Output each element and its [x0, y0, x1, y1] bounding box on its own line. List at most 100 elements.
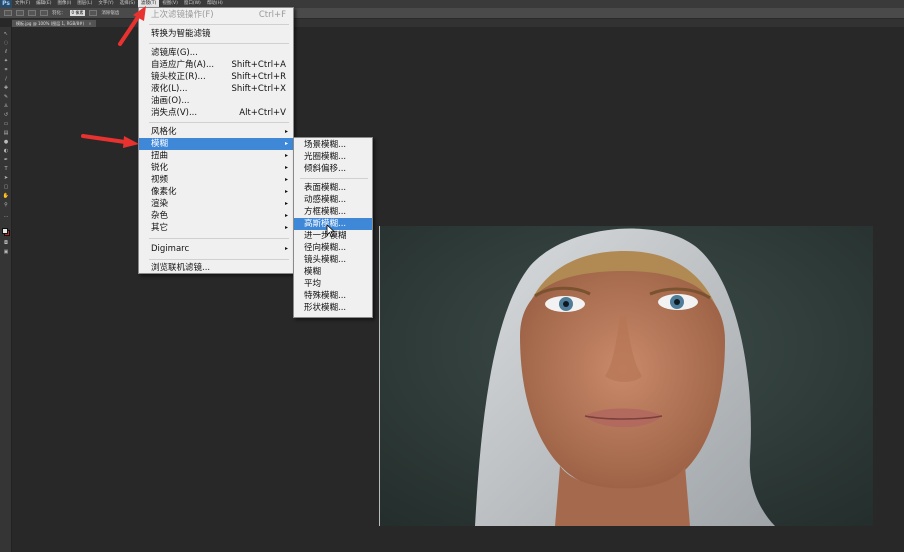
hand-tool-icon[interactable]: ✋: [2, 193, 10, 199]
menu-item-label: 光圈模糊...: [304, 152, 347, 162]
move-tool-icon[interactable]: ↖: [2, 31, 10, 37]
menu-item-blur[interactable]: 模糊 ▸: [139, 138, 293, 150]
submenu-item-surface-blur[interactable]: 表面模糊...: [294, 182, 372, 194]
submenu-arrow-icon: ▸: [284, 164, 288, 171]
menu-item-oil-paint[interactable]: 油画(O)...: [139, 95, 293, 107]
menu-select[interactable]: 选择(S): [117, 0, 138, 8]
menu-item-label: 形状模糊...: [304, 303, 347, 313]
antialias-checkbox[interactable]: [89, 10, 98, 16]
submenu-item-smart-blur[interactable]: 特殊模糊...: [294, 290, 372, 302]
feather-input[interactable]: 0 像素: [69, 10, 86, 16]
add-selection-icon[interactable]: [28, 10, 36, 16]
lasso-tool-icon[interactable]: ℓ: [2, 49, 10, 55]
menu-item-label: 镜头模糊...: [304, 255, 347, 265]
menu-file[interactable]: 文件(F): [12, 0, 33, 8]
menu-separator: [149, 238, 289, 239]
healing-brush-tool-icon[interactable]: ✚: [2, 85, 10, 91]
quick-mask-icon[interactable]: ◘: [2, 240, 10, 246]
menu-edit[interactable]: 编辑(E): [33, 0, 54, 8]
submenu-item-blur[interactable]: 模糊: [294, 266, 372, 278]
subtract-selection-icon[interactable]: [40, 10, 48, 16]
submenu-item-box-blur[interactable]: 方框模糊...: [294, 206, 372, 218]
submenu-item-iris-blur[interactable]: 光圈模糊...: [294, 151, 372, 163]
submenu-item-field-blur[interactable]: 场景模糊...: [294, 139, 372, 151]
path-selection-tool-icon[interactable]: ➤: [2, 175, 10, 181]
portrait-photo: [379, 226, 873, 526]
menu-item-distort[interactable]: 扭曲 ▸: [139, 150, 293, 162]
submenu-arrow-icon: ▸: [284, 212, 288, 219]
crop-tool-icon[interactable]: ⌗: [2, 67, 10, 73]
marquee-tool-icon[interactable]: ◌: [2, 40, 10, 46]
menu-item-label: 转换为智能滤镜: [151, 29, 211, 39]
menu-item-label: 自适应广角(A)...: [151, 60, 215, 70]
submenu-item-motion-blur[interactable]: 动感模糊...: [294, 194, 372, 206]
menu-item-adaptive-wide-angle[interactable]: 自适应广角(A)... Shift+Ctrl+A: [139, 59, 293, 71]
menu-item-label: 场景模糊...: [304, 140, 347, 150]
submenu-arrow-icon: ▸: [284, 176, 288, 183]
menu-item-lens-correction[interactable]: 镜头校正(R)... Shift+Ctrl+R: [139, 71, 293, 83]
more-tools-icon[interactable]: …: [2, 213, 10, 219]
menu-item-label: 方框模糊...: [304, 207, 347, 217]
menu-item-render[interactable]: 渲染 ▸: [139, 198, 293, 210]
menu-item-liquify[interactable]: 液化(L)... Shift+Ctrl+X: [139, 83, 293, 95]
options-bar: 羽化： 0 像素 消除锯齿: [0, 8, 904, 19]
menu-item-label: 风格化: [151, 127, 177, 137]
menu-layer[interactable]: 图层(L): [74, 0, 95, 8]
menu-item-label: 浏览联机滤镜...: [151, 263, 211, 273]
history-brush-tool-icon[interactable]: ↺: [2, 112, 10, 118]
zoom-tool-icon[interactable]: ⚲: [2, 202, 10, 208]
menu-item-digimarc[interactable]: Digimarc ▸: [139, 243, 293, 255]
menu-item-shortcut: Alt+Ctrl+V: [239, 108, 286, 118]
menu-item-vanishing-point[interactable]: 消失点(V)... Alt+Ctrl+V: [139, 107, 293, 119]
menu-item-noise[interactable]: 杂色 ▸: [139, 210, 293, 222]
submenu-item-radial-blur[interactable]: 径向模糊...: [294, 242, 372, 254]
menu-item-label: Digimarc: [151, 244, 190, 254]
menu-item-other[interactable]: 其它 ▸: [139, 222, 293, 234]
submenu-arrow-icon: ▸: [284, 245, 288, 252]
menu-image[interactable]: 图像(I): [54, 0, 74, 8]
menu-item-pixelate[interactable]: 像素化 ▸: [139, 186, 293, 198]
menu-item-video[interactable]: 视频 ▸: [139, 174, 293, 186]
menu-item-label: 径向模糊...: [304, 243, 347, 253]
pen-tool-icon[interactable]: ✒: [2, 157, 10, 163]
submenu-arrow-icon: ▸: [284, 152, 288, 159]
brush-tool-icon[interactable]: ✎: [2, 94, 10, 100]
clone-stamp-tool-icon[interactable]: ♙: [2, 103, 10, 109]
submenu-arrow-icon: ▸: [284, 128, 288, 135]
shape-tool-icon[interactable]: ▢: [2, 184, 10, 190]
document-tab[interactable]: 模板.jpg @ 100% (图层 1, RGB/8#) ×: [12, 20, 96, 27]
screen-mode-icon[interactable]: ▣: [2, 249, 10, 255]
blur-tool-icon[interactable]: ●: [2, 139, 10, 145]
menu-item-label: 模糊: [151, 139, 169, 149]
magic-wand-tool-icon[interactable]: ✦: [2, 58, 10, 64]
marquee-tool-preset-icon[interactable]: [4, 10, 12, 16]
gradient-tool-icon[interactable]: ▤: [2, 130, 10, 136]
menu-item-label: 滤镜库(G)...: [151, 48, 198, 58]
submenu-arrow-icon: ▸: [284, 200, 288, 207]
close-icon[interactable]: ×: [88, 21, 91, 26]
submenu-item-lens-blur[interactable]: 镜头模糊...: [294, 254, 372, 266]
new-selection-icon[interactable]: [16, 10, 24, 16]
menu-item-label: 镜头校正(R)...: [151, 72, 206, 82]
menu-item-stylize[interactable]: 风格化 ▸: [139, 126, 293, 138]
menu-item-filter-gallery[interactable]: 滤镜库(G)...: [139, 47, 293, 59]
menu-item-browse-filters-online[interactable]: 浏览联机滤镜...: [139, 262, 293, 274]
menu-item-label: 液化(L)...: [151, 84, 188, 94]
menu-item-label: 渲染: [151, 199, 169, 209]
submenu-item-average[interactable]: 平均: [294, 278, 372, 290]
menu-item-sharpen[interactable]: 锐化 ▸: [139, 162, 293, 174]
menu-item-convert-smart-filter[interactable]: 转换为智能滤镜: [139, 28, 293, 40]
dodge-tool-icon[interactable]: ◐: [2, 148, 10, 154]
foreground-color-swatch[interactable]: [2, 228, 8, 234]
menu-item-label: 平均: [304, 279, 322, 289]
submenu-item-shape-blur[interactable]: 形状模糊...: [294, 302, 372, 314]
submenu-item-tilt-shift[interactable]: 倾斜偏移...: [294, 163, 372, 175]
menu-item-label: 像素化: [151, 187, 177, 197]
menu-separator: [149, 24, 289, 25]
eraser-tool-icon[interactable]: ▭: [2, 121, 10, 127]
menu-type[interactable]: 文字(Y): [95, 0, 116, 8]
photoshop-logo-icon: Ps: [0, 0, 12, 8]
mouse-cursor-icon: [326, 224, 336, 237]
eyedropper-tool-icon[interactable]: ∕: [2, 76, 10, 82]
type-tool-icon[interactable]: T: [2, 166, 10, 172]
